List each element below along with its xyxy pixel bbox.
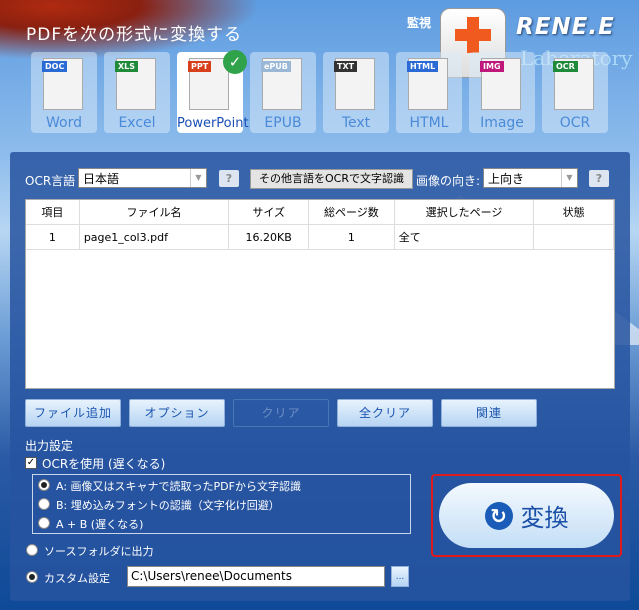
table-row[interactable]: 1 page1_col3.pdf 16.20KB 1 全て (26, 225, 614, 250)
checkmark-icon: ✓ (223, 50, 247, 74)
format-tile-powerpoint[interactable]: PPT ✓ PowerPoint (177, 50, 249, 133)
source-folder-radio[interactable] (26, 544, 38, 556)
ocr-language-label: OCR言語 (25, 174, 76, 188)
column-header[interactable]: 項目 (26, 200, 80, 224)
column-header[interactable]: 状態 (534, 200, 614, 224)
table-cell: page1_col3.pdf (80, 225, 230, 249)
chevron-down-icon: ▼ (561, 169, 577, 187)
format-label: Text (341, 115, 371, 131)
format-label: OCR (559, 115, 591, 131)
table-cell: 16.20KB (229, 225, 310, 249)
use-ocr-checkbox[interactable]: ✓ (25, 457, 37, 469)
format-tile-text[interactable]: TXT Text (323, 52, 389, 133)
format-tag: TXT (334, 61, 358, 72)
ocr-mode-a-label: A: 画像又はスキャナで読取ったPDFから文字認識 (56, 480, 301, 493)
format-label: EPUB (264, 115, 302, 131)
ocr-mode-b-label: B: 埋め込みフォントの認識（文字化け回避） (56, 499, 280, 512)
table-cell (534, 225, 614, 249)
ocr-file-icon: OCR (553, 58, 594, 110)
orientation-value: 上向き (488, 172, 525, 186)
format-label: Excel (118, 115, 156, 131)
chevron-down-icon: ▼ (190, 169, 206, 187)
convert-label: 変換 (520, 504, 569, 532)
output-settings-label: 出力設定 (25, 439, 74, 453)
clear-button[interactable]: クリア (233, 399, 329, 427)
page-title: PDFを次の形式に変換する (26, 25, 243, 45)
column-header[interactable]: ファイル名 (80, 200, 230, 224)
refresh-icon: ↻ (484, 501, 513, 530)
format-tag: XLS (115, 61, 139, 72)
ocr-mode-ab-radio[interactable] (38, 517, 50, 529)
other-language-ocr-button[interactable]: その他言語をOCRで文字認識 (250, 169, 413, 189)
table-header: 項目 ファイル名 サイズ 総ページ数 選択したページ 状態 (26, 200, 614, 225)
column-header[interactable]: サイズ (229, 200, 310, 224)
format-label: Image (480, 115, 524, 131)
html-file-icon: HTML (407, 58, 448, 110)
clear-all-button[interactable]: 全クリア (337, 399, 433, 427)
ocr-mode-ab-label: A + B (遅くなる) (56, 518, 144, 531)
ocr-language-value: 日本語 (83, 172, 120, 186)
add-file-button[interactable]: ファイル追加 (25, 399, 121, 427)
table-cell: 1 (309, 225, 395, 249)
convert-button[interactable]: ↻ 変換 (439, 483, 614, 548)
epub-file-icon: ePUB (261, 58, 302, 110)
format-tag: HTML (407, 61, 439, 72)
options-button[interactable]: オプション (129, 399, 225, 427)
browse-button[interactable]: ... (391, 566, 409, 587)
format-tile-epub[interactable]: ePUB EPUB (250, 52, 316, 133)
format-label: HTML (409, 115, 449, 131)
column-header[interactable]: 選択したページ (395, 200, 535, 224)
text-file-icon: TXT (334, 58, 375, 110)
ocr-mode-b-radio[interactable] (38, 498, 50, 510)
excel-file-icon: XLS (115, 58, 156, 110)
format-label: Word (46, 115, 82, 131)
brand-logo: RENE.E (516, 14, 615, 40)
file-table[interactable]: 項目 ファイル名 サイズ 総ページ数 選択したページ 状態 1 page1_col3.pdf… (25, 199, 615, 389)
custom-folder-radio[interactable] (26, 571, 38, 583)
format-tag: IMG (480, 61, 504, 72)
help-icon[interactable]: ? (589, 170, 609, 187)
image-file-icon: IMG (480, 58, 521, 110)
custom-folder-label: カスタム設定 (44, 572, 110, 585)
ocr-language-select[interactable]: 日本語 ▼ (78, 168, 207, 188)
format-tag: ePUB (261, 61, 291, 72)
table-cell: 1 (26, 225, 80, 249)
orientation-select[interactable]: 上向き ▼ (483, 168, 578, 188)
column-header[interactable]: 総ページ数 (309, 200, 395, 224)
format-tile-word[interactable]: DOC Word (31, 52, 97, 133)
format-tile-image[interactable]: IMG Image (469, 52, 535, 133)
format-tile-excel[interactable]: XLS Excel (104, 52, 170, 133)
ocr-mode-a-radio[interactable] (38, 479, 50, 491)
format-tag: DOC (42, 61, 68, 72)
format-label: PowerPoint (177, 116, 249, 131)
word-file-icon: DOC (42, 58, 83, 110)
help-icon[interactable]: ? (219, 170, 239, 187)
use-ocr-label: OCRを使用 (遅くなる) (42, 457, 166, 471)
related-button[interactable]: 関連 (441, 399, 537, 427)
monitor-label[interactable]: 監視 (407, 14, 431, 31)
format-tile-html[interactable]: HTML HTML (396, 52, 462, 133)
output-path-input[interactable]: C:\Users\renee\Documents (127, 566, 385, 587)
orientation-label: 画像の向き: (416, 174, 481, 188)
table-cell: 全て (395, 225, 535, 249)
source-folder-label: ソースフォルダに出力 (44, 545, 154, 558)
format-tag: PPT (188, 61, 212, 72)
format-tile-ocr[interactable]: OCR OCR (542, 52, 608, 133)
format-tag: OCR (553, 61, 578, 72)
